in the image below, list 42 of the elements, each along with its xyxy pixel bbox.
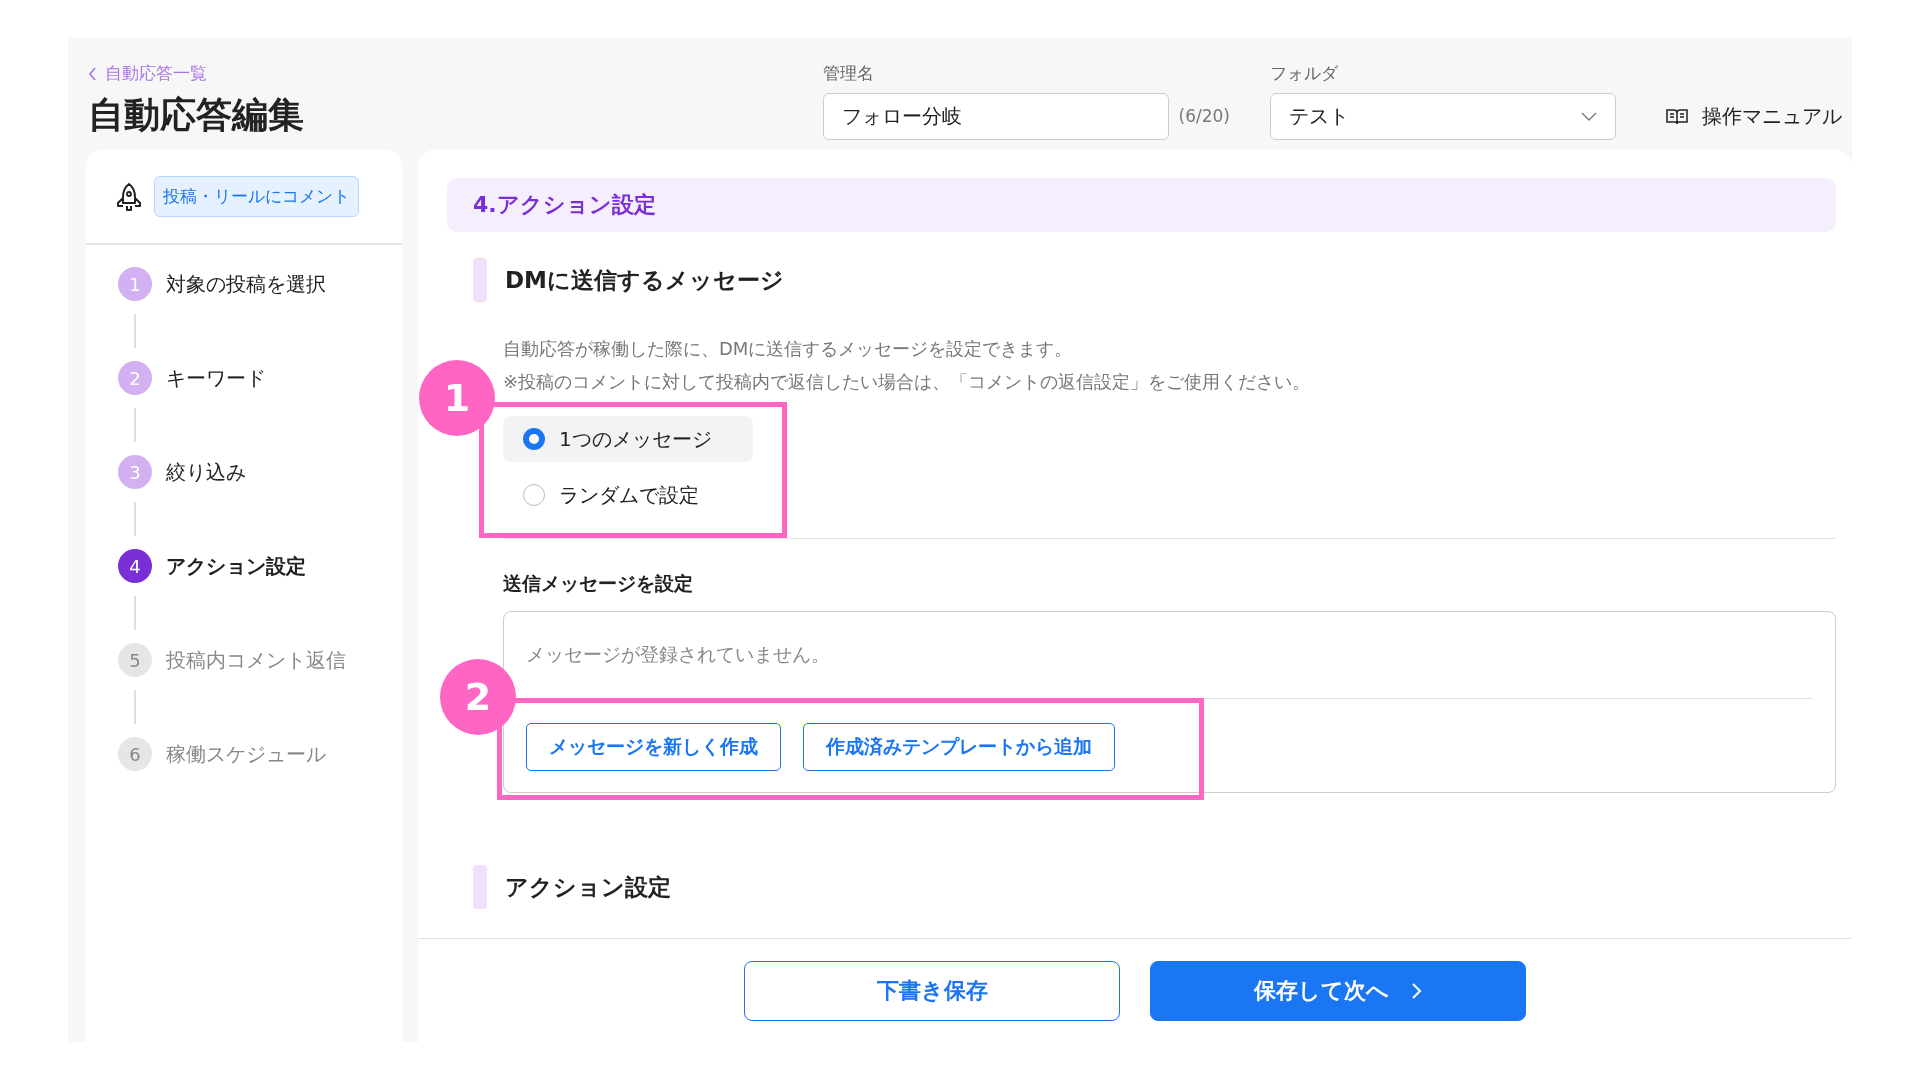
step-number: 4 — [118, 549, 152, 583]
chevron-left-icon — [88, 66, 97, 81]
step-label[interactable]: 絞り込み — [166, 458, 246, 486]
heading-accent-bar — [473, 258, 487, 302]
add-message-button[interactable]: 作成済みテンプレートから追加 — [803, 723, 1115, 771]
radio-icon — [523, 428, 545, 450]
trigger-badge: 投稿・リールにコメント — [154, 176, 359, 217]
subsection-heading: 送信メッセージを設定 — [503, 571, 694, 596]
description-text: 自動応答が稼働した際に、DMに送信するメッセージを設定できます。 — [503, 337, 1074, 361]
book-icon — [1666, 107, 1688, 126]
radio-option[interactable]: ランダムで設定 — [503, 472, 753, 518]
section-heading: DMに送信するメッセージ — [505, 265, 784, 295]
page-title: 自動応答編集 — [88, 93, 305, 137]
description-text: ※投稿のコメントに対して投稿内で返信したい場合は、「コメントの返信設定」をご使用ください。 — [503, 370, 1312, 394]
step-label[interactable]: 投稿内コメント返信 — [166, 646, 346, 674]
step-label[interactable]: 稼働スケジュール — [166, 740, 326, 768]
step-label[interactable]: アクション設定 — [166, 552, 306, 580]
heading-accent-bar — [473, 865, 487, 909]
step-number: 5 — [118, 643, 152, 677]
empty-message-text: メッセージが登録されていません。 — [526, 642, 831, 667]
add-message-button[interactable]: メッセージを新しく作成 — [526, 723, 781, 771]
step-number: 1 — [118, 267, 152, 301]
manual-link[interactable]: 操作マニュアル — [1666, 103, 1842, 130]
section-heading: アクション設定 — [505, 872, 671, 902]
chevron-right-icon — [1411, 981, 1422, 1000]
rocket-icon — [116, 181, 142, 212]
step-number: 3 — [118, 455, 152, 489]
character-counter: (6/20) — [1178, 106, 1230, 126]
draft-save-button[interactable]: 下書き保存 — [744, 960, 1120, 1021]
radio-icon — [523, 484, 545, 506]
step-number: 2 — [118, 361, 152, 395]
step-label[interactable]: 対象の投稿を選択 — [166, 270, 326, 298]
field-label: フォルダ — [1270, 62, 1339, 85]
field-label: 管理名 — [822, 62, 875, 85]
folder-select[interactable]: テスト — [1270, 93, 1616, 140]
section-title-bar: 4.アクション設定 — [447, 178, 1836, 232]
chevron-down-icon — [1581, 112, 1597, 121]
radio-option[interactable]: 1つのメッセージ — [503, 416, 753, 462]
save-next-button[interactable]: 保存して次へ — [1150, 960, 1526, 1021]
step-label[interactable]: キーワード — [166, 364, 266, 392]
step-number: 6 — [118, 737, 152, 771]
name-input-field[interactable]: フォロー分岐 — [822, 93, 1169, 140]
